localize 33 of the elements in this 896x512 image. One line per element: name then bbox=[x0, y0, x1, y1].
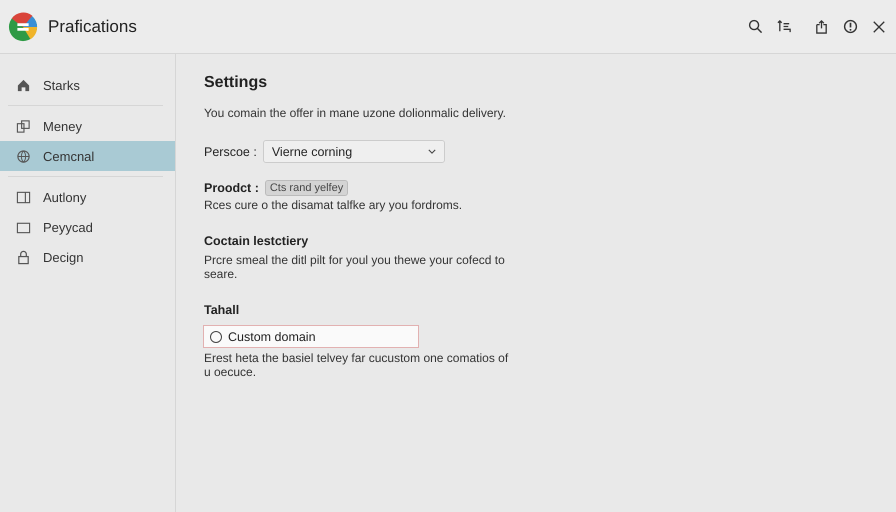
sidebar-item[interactable]: Cemcnal bbox=[0, 141, 175, 171]
documents-icon bbox=[16, 118, 31, 134]
sidebar-item[interactable]: Meney bbox=[0, 111, 175, 141]
close-icon[interactable] bbox=[872, 20, 886, 34]
description: You comain the offer in mane uzone dolionmalic delivery. bbox=[204, 106, 507, 120]
field-label: Perscoe : bbox=[204, 144, 257, 158]
tag: Cts rand yelfey bbox=[264, 180, 348, 196]
dropdown[interactable]: Vierne corning bbox=[262, 140, 445, 163]
description: Erest heta the basiel telvey far cucustom one comatios of u oecuce. bbox=[204, 351, 510, 379]
radio-button[interactable] bbox=[210, 330, 222, 342]
chevron-down-icon bbox=[428, 149, 436, 154]
description: Prcre smeal the ditl pilt for youl you thewe your cofecd to seare. bbox=[204, 253, 506, 281]
home-icon bbox=[16, 78, 31, 92]
app-title: Prafications bbox=[48, 16, 137, 36]
sort-icon[interactable] bbox=[777, 19, 792, 34]
sidebar-item[interactable]: Peyycad bbox=[0, 212, 175, 242]
sidebar-item[interactable]: Autlony bbox=[0, 182, 175, 212]
folder-icon bbox=[16, 220, 31, 234]
section-heading: Coctain lestctiery bbox=[204, 234, 310, 248]
panel-icon bbox=[16, 190, 31, 204]
section-heading: Tahall bbox=[204, 303, 240, 317]
description: Rces cure o the disamat talfke ary you fordroms. bbox=[204, 198, 464, 212]
sidebar-item[interactable]: Decign bbox=[0, 242, 175, 272]
globe-icon bbox=[16, 148, 31, 164]
section-title: Settings bbox=[204, 74, 268, 92]
logo-icon bbox=[8, 12, 38, 42]
search-icon[interactable] bbox=[748, 19, 763, 34]
lock-icon bbox=[16, 250, 31, 264]
alert-icon[interactable] bbox=[843, 19, 858, 34]
radio-option[interactable]: Custom domain bbox=[203, 325, 419, 348]
field-label: Proodct : bbox=[204, 181, 259, 195]
share-icon[interactable] bbox=[814, 19, 829, 34]
sidebar-item[interactable]: Starks bbox=[0, 70, 175, 100]
